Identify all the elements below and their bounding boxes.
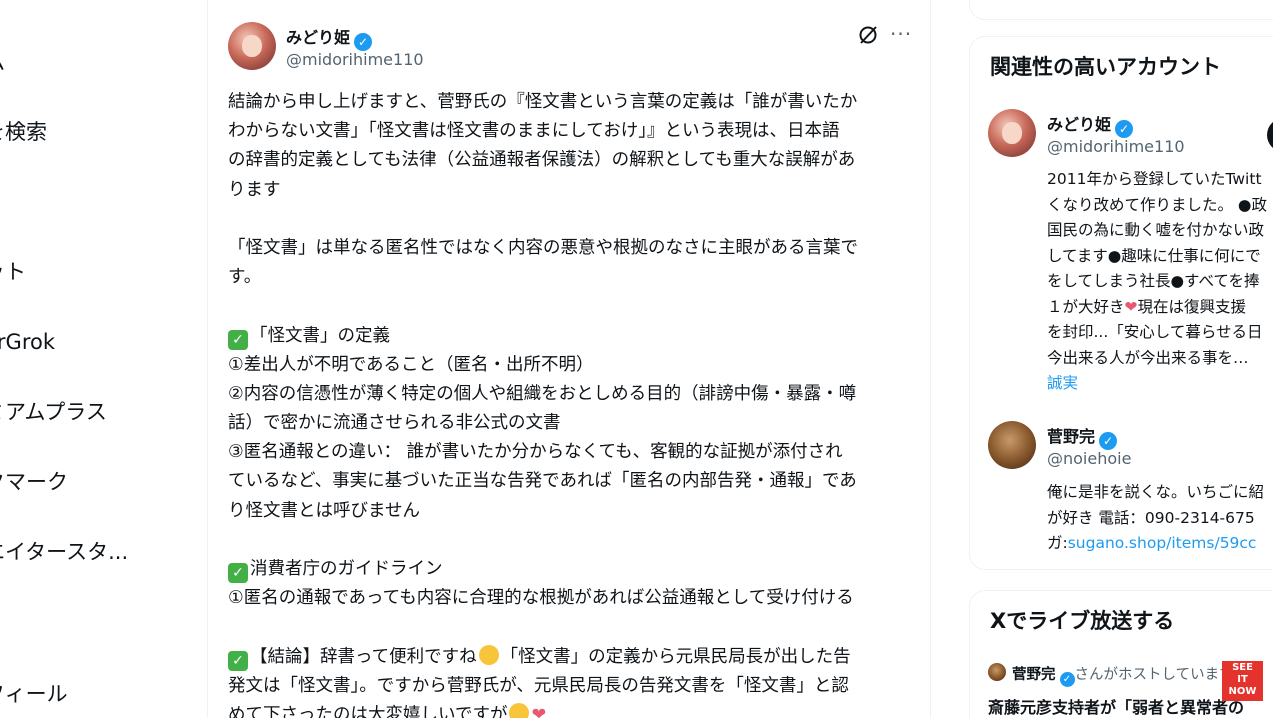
search-box[interactable] <box>969 0 1273 20</box>
author-name[interactable]: みどり姫 ✓ <box>286 24 373 51</box>
host-avatar[interactable] <box>988 663 1006 681</box>
heart-icon: ❤ <box>531 704 547 718</box>
smiling-face-icon <box>509 702 530 718</box>
post-line: 話）で密かに流通させられる非公式の文書 <box>228 413 561 434</box>
sidebar-nav: ム を検索 ット erGrok ミアムプラス クマーク エイタースタ... フィ… <box>0 0 207 718</box>
sidebar-item-label: クマーク <box>0 470 68 494</box>
winking-face-icon <box>478 644 499 665</box>
post-line: ②内容の信憑性が薄く特定の個人や組織をおとしめる目的（誹謗中傷・暴露・噂 <box>228 383 857 404</box>
post-line: 結論から申し上げますと、菅野氏の『怪文書という言葉の定義は「誰が書いたか <box>228 92 858 112</box>
post-line: ります <box>228 179 281 200</box>
account-handle[interactable]: @midorihime110 <box>1047 137 1185 156</box>
account-bio: 2011年から登録していたTwitt くなり改めて作りました。 ●政 国民の為に… <box>1047 167 1267 397</box>
sidebar-item-label: erGrok <box>0 330 56 354</box>
sidebar-item-bookmarks[interactable]: クマーク <box>0 462 68 502</box>
live-host[interactable]: 菅野完 ✓ さんがホストしています <box>1012 663 1234 687</box>
post-line: 発文は「怪文書」。ですから菅野氏が、元県民局長の告発文書を「怪文書」と認 <box>228 675 849 696</box>
grok-icon[interactable] <box>857 24 879 51</box>
account-handle[interactable]: @noiehoie <box>1047 449 1131 468</box>
sidebar-item-home[interactable]: ム <box>0 42 5 82</box>
sidebar-item-label: ット <box>0 260 26 284</box>
verified-badge-icon: ✓ <box>1099 432 1118 450</box>
sidebar-item-profile[interactable]: フィール <box>0 674 68 714</box>
post-line: の辞書的定義としても法律（公益通報者保護法）の解釈としても重大な誤解があ <box>228 150 856 171</box>
check-mark-icon: ✓ <box>228 650 248 671</box>
post-line: ているなど、事実に基づいた正当な告発であれば「匿名の内部告発・通報」であ <box>228 471 857 492</box>
card-title: 関連性の高いアカウント <box>990 55 1221 79</box>
post-line: わからない文書」「怪文書は怪文書のままにしておけ」』という表現は、日本語 <box>228 121 840 142</box>
live-headline[interactable]: 斎藤元彦支持者が「弱者と異常者の <box>988 694 1244 718</box>
post-line: めて下さったのは大変嬉しいですが ❤ <box>228 701 918 718</box>
post-line: ①匿名の通報であっても内容に合理的な根拠があれば公益通報として受け付ける <box>228 588 854 609</box>
sidebar-item-label: エイタースタ... <box>0 540 129 564</box>
verified-badge-icon: ✓ <box>1059 672 1075 687</box>
post-line: り怪文書とは呼びません <box>228 500 420 521</box>
verified-badge-icon: ✓ <box>354 33 373 51</box>
see-it-now-badge[interactable]: SEE IT NOW <box>1222 661 1263 701</box>
post-line: 「怪文書」は単なる匿名性ではなく内容の悪意や根拠のなさに主眼がある言葉で <box>228 237 858 258</box>
account-bio: 俺に是非を説くな。いちごに紹 が好き 電話：090-2314-675 ガ:sug… <box>1047 483 1265 552</box>
sidebar-item-premium[interactable]: ミアムプラス <box>0 392 107 432</box>
check-mark-icon: ✓ <box>228 329 248 350</box>
post-line: ③匿名通報との違い： 誰が書いたか分からなくても、客観的な証拠が添付され <box>228 442 843 463</box>
more-options-icon[interactable]: ··· <box>890 22 912 46</box>
sidebar-item-label: フィール <box>0 682 68 706</box>
sidebar-item-chat[interactable]: ット <box>0 252 26 292</box>
post-line: ✓ 消費者庁のガイドライン <box>228 555 918 584</box>
sidebar-item-grok[interactable]: erGrok <box>0 322 55 362</box>
post-line: ✓ 【結論】辞書って便利ですね 「怪文書」の定義から元県民局長が出した告 <box>228 643 918 672</box>
avatar[interactable] <box>988 421 1036 469</box>
hashtag-link[interactable]: 誠実 <box>1047 371 1267 397</box>
relevant-accounts-card: 関連性の高いアカウント みどり姫 ✓ @midorihime110 2011年から… <box>969 36 1273 570</box>
heart-icon: ❤ <box>1124 297 1138 316</box>
sidebar-item-label: ム <box>0 50 5 74</box>
avatar[interactable] <box>988 109 1036 157</box>
account-name[interactable]: 菅野完 ✓ <box>1047 423 1118 450</box>
follow-button[interactable] <box>1267 118 1273 152</box>
check-mark-icon: ✓ <box>228 563 248 583</box>
post-line: ✓ 「怪文書」の定義 <box>228 322 918 351</box>
avatar[interactable] <box>228 22 276 70</box>
account-name[interactable]: みどり姫 ✓ <box>1047 111 1134 138</box>
bio-link[interactable]: sugano.shop/items/59cc <box>1068 534 1257 552</box>
sidebar-item-creator-studio[interactable]: エイタースタ... <box>0 532 128 572</box>
author-handle[interactable]: @midorihime110 <box>286 50 424 69</box>
right-sidebar: 関連性の高いアカウント みどり姫 ✓ @midorihime110 2011年から… <box>931 0 1273 718</box>
card-title: Xでライブ放送する <box>990 609 1175 633</box>
post-line: す。 <box>228 267 262 288</box>
sidebar-item-explore[interactable]: を検索 <box>0 112 47 152</box>
post-text: 結論から申し上げますと、菅野氏の『怪文書という言葉の定義は「誰が書いたか わから… <box>228 88 918 718</box>
sidebar-item-label: ミアムプラス <box>0 400 107 424</box>
sidebar-item-label: を検索 <box>0 120 47 144</box>
verified-badge-icon: ✓ <box>1115 120 1134 138</box>
post-detail: みどり姫 ✓ @midorihime110 ··· 結論から申し上げますと、菅野氏… <box>208 0 930 718</box>
post-line: ①差出人が不明であること（匿名・出所不明） <box>228 354 594 375</box>
